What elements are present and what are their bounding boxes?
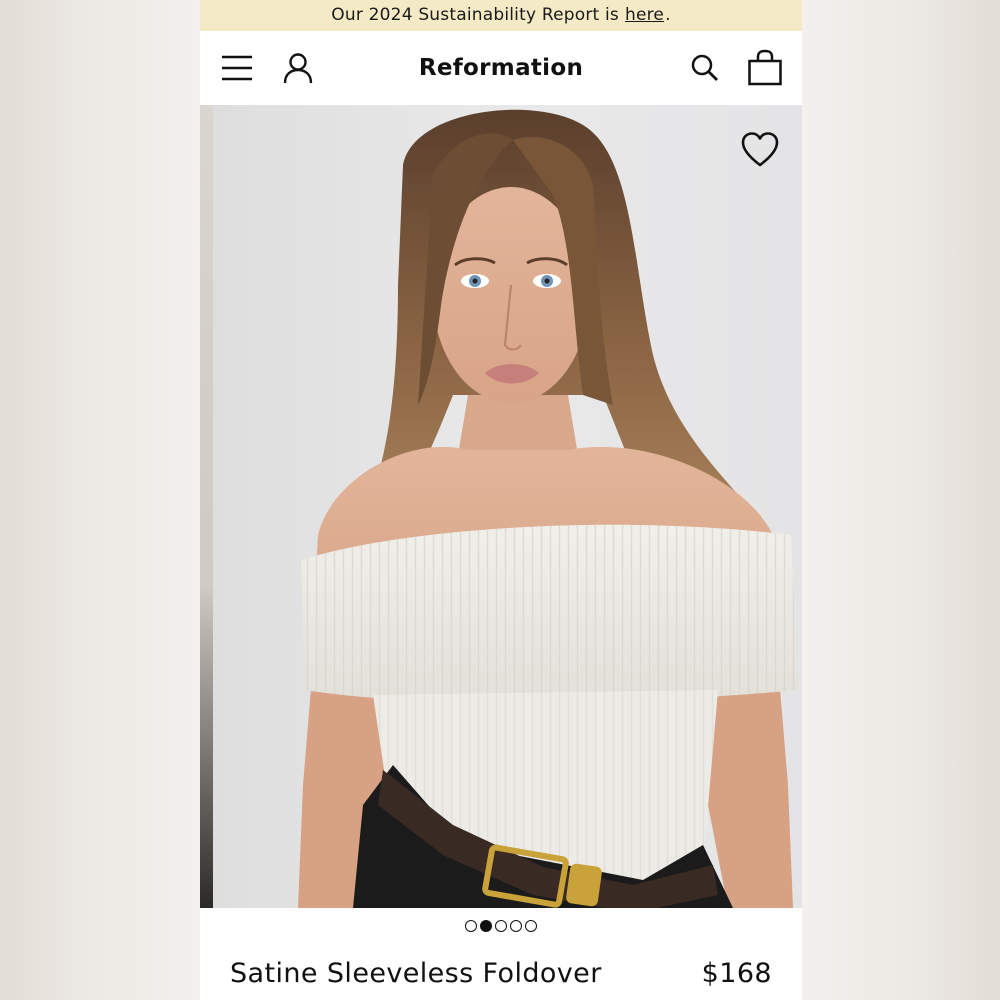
account-icon	[283, 53, 313, 84]
account-button[interactable]	[280, 50, 316, 86]
product-info: Satine Sleeveless Foldover $168	[230, 958, 772, 989]
heart-icon	[741, 132, 779, 167]
site-header: Reformation	[200, 31, 802, 105]
carousel-pagination	[200, 920, 802, 932]
promo-banner: Our 2024 Sustainability Report is here .	[200, 0, 802, 31]
previous-slide-peek[interactable]	[200, 105, 213, 908]
product-image-carousel[interactable]	[200, 105, 802, 908]
promo-link[interactable]: here	[625, 5, 664, 25]
bag-icon	[748, 49, 782, 86]
carousel-dot-2[interactable]	[480, 920, 492, 932]
menu-icon	[222, 55, 252, 81]
carousel-dot-3[interactable]	[495, 920, 507, 932]
search-icon	[691, 54, 718, 81]
promo-text: Our 2024 Sustainability Report is	[331, 5, 619, 25]
search-button[interactable]	[687, 50, 723, 86]
promo-period: .	[665, 5, 671, 25]
menu-button[interactable]	[219, 50, 255, 86]
carousel-dot-5[interactable]	[525, 920, 537, 932]
bag-button[interactable]	[746, 48, 784, 88]
brand-logo[interactable]: Reformation	[419, 55, 583, 81]
product-photo	[213, 105, 802, 908]
product-name: Satine Sleeveless Foldover	[230, 958, 602, 989]
carousel-dot-4[interactable]	[510, 920, 522, 932]
product-price: $168	[701, 958, 772, 989]
wishlist-button[interactable]	[740, 131, 780, 169]
mobile-page: Our 2024 Sustainability Report is here .…	[200, 0, 802, 1000]
carousel-dot-1[interactable]	[465, 920, 477, 932]
